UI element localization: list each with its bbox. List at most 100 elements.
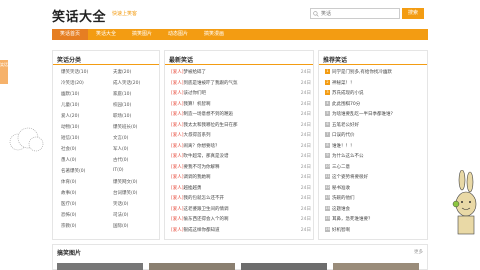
category-link[interactable]: 军人(0) — [113, 146, 128, 152]
joke-title-link[interactable]: 吹牛超常，那真是没谱 — [184, 154, 229, 159]
joke-category-tag[interactable]: [爱人] — [171, 154, 184, 159]
joke-category-tag[interactable]: [爱人] — [171, 196, 184, 201]
joke-category-tag[interactable]: [爱人] — [171, 175, 184, 180]
joke-row[interactable]: [爱人]该过你们吧 24日 — [171, 90, 311, 98]
joke-title-link[interactable]: 大叔得首系列 — [184, 133, 211, 138]
joke-row[interactable]: [爱人]要我不可为你解释 24日 — [171, 164, 311, 172]
joke-category-tag[interactable]: [爱人] — [171, 81, 184, 86]
category-link[interactable]: IT(0) — [113, 168, 123, 173]
joke-title-link[interactable]: 我算！机智啊 — [184, 102, 211, 107]
recommend-title-link[interactable]: 此此围棋70分 — [332, 102, 360, 107]
side-float-tab[interactable]: 笑话 — [0, 60, 8, 84]
joke-row[interactable]: [爱人]制造一场意想不到的邂逅 24日 — [171, 111, 311, 119]
recommend-title-link[interactable]: 这题谁会 — [332, 207, 350, 212]
category-link[interactable]: 幽默(10) — [61, 91, 79, 97]
recommend-item[interactable]: 16 好机智啊 — [325, 226, 429, 235]
category-link[interactable]: 体育(0) — [61, 179, 76, 185]
recommend-title-link[interactable]: 谁谁！！！ — [332, 144, 355, 149]
joke-row[interactable]: [爱人]越挫越勇 24日 — [171, 185, 311, 193]
recommend-title-link[interactable]: 三心二意 — [332, 165, 350, 170]
joke-title-link[interactable]: 银成这样你都知道 — [184, 228, 220, 233]
picture-thumb[interactable] — [241, 263, 327, 270]
joke-title-link[interactable]: 该过你们吧 — [184, 91, 207, 96]
category-link[interactable]: 爱人(20) — [61, 113, 79, 119]
category-link[interactable]: 家庭(10) — [113, 91, 131, 97]
joke-row[interactable]: [爱人]到底是谁被吓了我跟的气氛 24日 — [171, 80, 311, 88]
joke-row[interactable]: [爱人]我的包就怎么还不开 24日 — [171, 195, 311, 203]
recommend-item[interactable]: 11 这个姿势将要很好 — [325, 174, 429, 182]
category-link[interactable]: 笑话(0) — [113, 201, 128, 207]
picture-thumb[interactable] — [333, 263, 419, 270]
recommend-title-link[interactable]: 秘书准收 — [332, 186, 350, 191]
recommend-title-link[interactable]: 神秘菜！！ — [332, 81, 355, 86]
recommend-title-link[interactable]: 苏氏成现的小说 — [332, 91, 364, 96]
category-link[interactable]: 文言(0) — [113, 135, 128, 141]
site-logo[interactable]: 笑话大全 — [52, 6, 106, 25]
category-link[interactable]: 司法(0) — [113, 212, 128, 218]
joke-category-tag[interactable]: [爱人] — [171, 186, 184, 191]
search-input[interactable] — [321, 10, 397, 18]
joke-category-tag[interactable]: [爱人] — [171, 123, 184, 128]
joke-category-tag[interactable]: [爱人] — [171, 70, 184, 75]
category-link[interactable]: 校园(10) — [113, 102, 131, 108]
joke-title-link[interactable]: 闹离？你想要啥？ — [184, 144, 220, 149]
nav-item-funny-pics[interactable]: 搞笑图片 — [124, 29, 160, 40]
joke-row[interactable]: [爱人]这老婆跟卫生间的情调 24日 — [171, 206, 311, 214]
joke-title-link[interactable]: 偷东西还得会入个的啊 — [184, 217, 229, 222]
joke-category-tag[interactable]: [爱人] — [171, 91, 184, 96]
joke-row[interactable]: [爱人]梦被给碎了 24日 — [171, 69, 311, 77]
joke-row[interactable]: [爱人]偷东西还得会入个的啊 24日 — [171, 216, 311, 224]
recommend-item[interactable]: 15 耳鼻，急死谁谁要？ — [325, 216, 429, 224]
joke-row[interactable]: [爱人]大叔得首系列 24日 — [171, 132, 311, 140]
joke-row[interactable]: [爱人]银成这样你都知道 24日 — [171, 227, 311, 235]
nav-item-home[interactable]: 笑话首页 — [52, 29, 88, 40]
joke-title-link[interactable]: 到底是谁被吓了我跟的气氛 — [184, 81, 238, 86]
joke-row[interactable]: [爱人]我算！机智啊 24日 — [171, 101, 311, 109]
category-link[interactable]: 爆笑笑话(10) — [61, 69, 88, 75]
recommend-item[interactable]: 8 谁谁！！！ — [325, 142, 429, 151]
joke-title-link[interactable]: 我太太和我哪位的生日在那 — [184, 123, 238, 128]
recommend-title-link[interactable]: 五笔老公好好 — [332, 123, 359, 128]
category-link[interactable]: 医疗(0) — [61, 201, 76, 207]
category-link[interactable]: 职场(10) — [113, 113, 131, 119]
joke-category-tag[interactable]: [爱人] — [171, 133, 184, 138]
recommend-item[interactable]: 4 此此围棋70分 — [325, 100, 429, 109]
recommend-title-link[interactable]: 这个姿势将要很好 — [332, 175, 368, 180]
recommend-item[interactable]: 1 同学是门别多,有给你找冷幽默 — [325, 69, 429, 77]
joke-category-tag[interactable]: [爱人] — [171, 165, 184, 170]
recommend-item[interactable]: 13 洗碗的他们 — [325, 195, 429, 203]
joke-category-tag[interactable]: [爱人] — [171, 228, 184, 233]
joke-row[interactable]: [爱人]闹离？你想要啥？ 24日 — [171, 143, 311, 151]
joke-category-tag[interactable]: [爱人] — [171, 207, 184, 212]
recommend-item[interactable]: 9 为什么这么不公 — [325, 153, 429, 161]
category-link[interactable]: 儿童(10) — [61, 102, 79, 108]
joke-title-link[interactable]: 梦被给碎了 — [184, 70, 207, 75]
recommend-title-link[interactable]: 为什么这么不公 — [332, 154, 364, 159]
joke-title-link[interactable]: 这老婆跟卫生间的情调 — [184, 207, 229, 212]
recommend-item[interactable]: 6 五笔老公好好 — [325, 121, 429, 130]
category-link[interactable]: 愚人(0) — [61, 157, 76, 163]
recommend-item[interactable]: 3 苏氏成现的小说 — [325, 90, 429, 98]
joke-category-tag[interactable]: [爱人] — [171, 102, 184, 107]
category-link[interactable]: 社会(0) — [61, 146, 76, 152]
recommend-title-link[interactable]: 耳鼻，急死谁谁要？ — [332, 217, 373, 222]
recommend-title-link[interactable]: 同学是门别多,有给你找冷幽默 — [332, 70, 392, 75]
joke-row[interactable]: [爱人]我太太和我哪位的生日在那 24日 — [171, 122, 311, 130]
category-link[interactable]: 故事(0) — [61, 190, 76, 196]
category-link[interactable]: 动物(10) — [61, 124, 79, 130]
category-link[interactable]: 成人笑话(20) — [113, 80, 140, 86]
joke-row[interactable]: [爱人]吹牛超常，那真是没谱 24日 — [171, 153, 311, 161]
recommend-title-link[interactable]: 口误的代价 — [332, 133, 355, 138]
recommend-item[interactable]: 14 这题谁会 — [325, 205, 429, 214]
joke-title-link[interactable]: 制造一场意想不到的邂逅 — [184, 112, 234, 117]
category-link[interactable]: 宗教(0) — [61, 223, 76, 229]
picture-thumb[interactable] — [57, 263, 143, 270]
recommend-item[interactable]: 10 三心二意 — [325, 163, 429, 172]
recommend-item[interactable]: 2 神秘菜！！ — [325, 79, 429, 88]
category-link[interactable]: 名著爆笑(0) — [61, 168, 85, 174]
category-link[interactable]: 古代(0) — [113, 157, 128, 163]
search-button[interactable]: 搜索 — [402, 8, 424, 19]
category-link[interactable]: 恐怖(0) — [61, 212, 76, 218]
nav-item-comics[interactable]: 搞笑漫画 — [196, 29, 232, 40]
joke-category-tag[interactable]: [爱人] — [171, 112, 184, 117]
